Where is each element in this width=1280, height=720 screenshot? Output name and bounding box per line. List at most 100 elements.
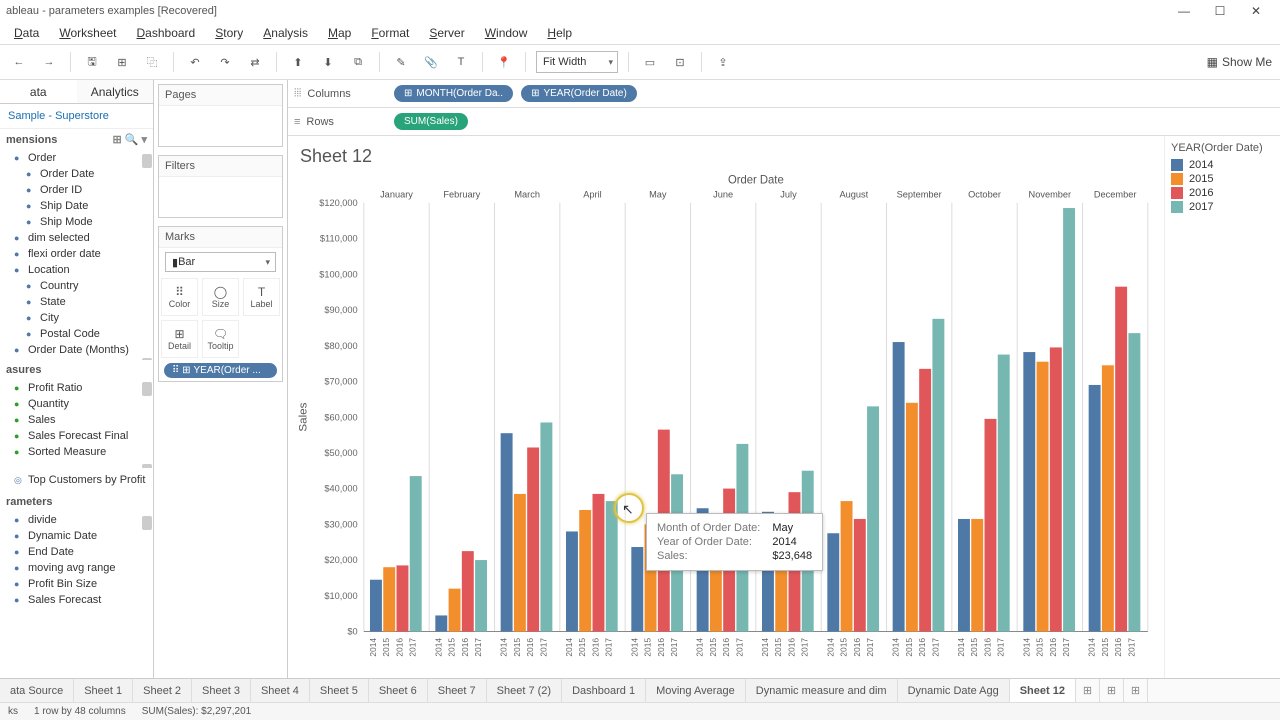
- field-profit-bin-size[interactable]: ●Profit Bin Size: [0, 576, 153, 592]
- close-button[interactable]: ✕: [1238, 4, 1274, 18]
- menu-story[interactable]: Story: [205, 24, 253, 42]
- field-location[interactable]: ●Location: [0, 262, 153, 278]
- fit-selector[interactable]: Fit Width: [536, 51, 618, 73]
- field-sales[interactable]: ●Sales: [0, 412, 153, 428]
- swap-button[interactable]: ⇄: [244, 51, 266, 73]
- field-order-date-months-[interactable]: ●Order Date (Months): [0, 342, 153, 358]
- menu-window[interactable]: Window: [475, 24, 538, 42]
- forward-button[interactable]: →: [38, 51, 60, 73]
- attach-button[interactable]: 📎: [420, 51, 442, 73]
- field-dynamic-date[interactable]: ●Dynamic Date: [0, 528, 153, 544]
- sheet-tab-sheet-6[interactable]: Sheet 6: [369, 679, 428, 702]
- sheet-tab-sheet-2[interactable]: Sheet 2: [133, 679, 192, 702]
- color-legend[interactable]: YEAR(Order Date) 2014201520162017: [1164, 136, 1280, 678]
- sheet-tab-sheet-5[interactable]: Sheet 5: [310, 679, 369, 702]
- sheet-title[interactable]: Sheet 12: [288, 136, 1164, 171]
- field-sales-forecast[interactable]: ●Sales Forecast: [0, 592, 153, 608]
- marks-size[interactable]: ◯Size: [202, 278, 239, 316]
- field-country[interactable]: ●Country: [0, 278, 153, 294]
- analytics-tab[interactable]: Analytics: [77, 80, 154, 103]
- legend-item-2016[interactable]: 2016: [1171, 186, 1274, 200]
- legend-item-2014[interactable]: 2014: [1171, 158, 1274, 172]
- sheet-tab-sheet-7[interactable]: Sheet 7: [428, 679, 487, 702]
- field-end-date[interactable]: ●End Date: [0, 544, 153, 560]
- field-sales-forecast-final[interactable]: ●Sales Forecast Final: [0, 428, 153, 444]
- col-pill-year[interactable]: ⊞ YEAR(Order Date): [521, 85, 637, 102]
- marks-detail[interactable]: ⊞Detail: [161, 320, 198, 358]
- chart[interactable]: Order DateSales$0$10,000$20,000$30,000$4…: [288, 171, 1164, 678]
- field-profit-ratio[interactable]: ●Profit Ratio: [0, 380, 153, 396]
- field-dim-selected[interactable]: ●dim selected: [0, 230, 153, 246]
- label-button[interactable]: T: [450, 51, 472, 73]
- sort-desc-button[interactable]: ⬇: [317, 51, 339, 73]
- menu-analysis[interactable]: Analysis: [253, 24, 318, 42]
- sheet-tab-sheet-3[interactable]: Sheet 3: [192, 679, 251, 702]
- undo-button[interactable]: ↶: [184, 51, 206, 73]
- field-state[interactable]: ●State: [0, 294, 153, 310]
- menu-server[interactable]: Server: [419, 24, 474, 42]
- marks-color[interactable]: ⠿Color: [161, 278, 198, 316]
- group-button[interactable]: ⧉: [347, 51, 369, 73]
- field-order-date[interactable]: ●Order Date: [0, 166, 153, 182]
- new-data-button[interactable]: ⊞: [111, 51, 133, 73]
- sets-item[interactable]: ◎Top Customers by Profit: [0, 468, 153, 492]
- sheet-tab-sheet-1[interactable]: Sheet 1: [74, 679, 133, 702]
- row-pill-sales[interactable]: SUM(Sales): [394, 113, 468, 130]
- marks-pill-year[interactable]: ⠿ ⊞ YEAR(Order ...: [164, 363, 277, 378]
- field-postal-code[interactable]: ●Postal Code: [0, 326, 153, 342]
- menu-map[interactable]: Map: [318, 24, 361, 42]
- menu-data[interactable]: Data: [4, 24, 49, 42]
- sort-asc-button[interactable]: ⬆: [287, 51, 309, 73]
- sheet-tab-dynamic-measure-and-dim[interactable]: Dynamic measure and dim: [746, 679, 898, 702]
- pin-button[interactable]: 📍: [493, 51, 515, 73]
- menu-worksheet[interactable]: Worksheet: [49, 24, 126, 42]
- redo-button[interactable]: ↷: [214, 51, 236, 73]
- show-me-button[interactable]: ▦ Show Me: [1207, 55, 1272, 69]
- menu-format[interactable]: Format: [361, 24, 419, 42]
- field-city[interactable]: ●City: [0, 310, 153, 326]
- legend-item-2017[interactable]: 2017: [1171, 200, 1274, 214]
- new-worksheet-icon[interactable]: ⊞: [1076, 679, 1100, 702]
- mark-type-selector[interactable]: ▮ Bar: [165, 252, 276, 272]
- pages-shelf[interactable]: Pages: [158, 84, 283, 147]
- share-button[interactable]: ⇪: [712, 51, 734, 73]
- col-pill-month[interactable]: ⊞ MONTH(Order Da..: [394, 85, 513, 102]
- save-button[interactable]: 🖫: [81, 51, 103, 73]
- field-order-date-years-[interactable]: ●Order Date (Years): [0, 358, 153, 360]
- sheet-tab-sheet-12[interactable]: Sheet 12: [1010, 679, 1076, 702]
- dashboard-button[interactable]: ⊡: [669, 51, 691, 73]
- back-button[interactable]: ←: [8, 51, 30, 73]
- field-divide[interactable]: ●divide: [0, 512, 153, 528]
- sheet-tab-sheet-4[interactable]: Sheet 4: [251, 679, 310, 702]
- menu-help[interactable]: Help: [537, 24, 582, 42]
- sheet-tab-ata-source[interactable]: ata Source: [0, 679, 74, 702]
- data-tab[interactable]: ata: [0, 80, 77, 103]
- field-order[interactable]: ●Order: [0, 150, 153, 166]
- legend-item-2015[interactable]: 2015: [1171, 172, 1274, 186]
- field-order-id[interactable]: ●Order ID: [0, 182, 153, 198]
- new-story-icon[interactable]: ⊞: [1124, 679, 1148, 702]
- menu-dashboard[interactable]: Dashboard: [127, 24, 206, 42]
- field-ship-mode[interactable]: ●Ship Mode: [0, 214, 153, 230]
- sheet-tab-sheet-7-2-[interactable]: Sheet 7 (2): [487, 679, 562, 702]
- minimize-button[interactable]: —: [1166, 4, 1202, 18]
- field-flexi-order-date[interactable]: ●flexi order date: [0, 246, 153, 262]
- presentation-button[interactable]: ▭: [639, 51, 661, 73]
- marks-tooltip[interactable]: 🗨Tooltip: [202, 320, 239, 358]
- sheet-tab-dynamic-date-agg[interactable]: Dynamic Date Agg: [898, 679, 1010, 702]
- field-sorted-measure[interactable]: ●Sorted Measure: [0, 444, 153, 460]
- new-dashboard-icon[interactable]: ⊞: [1100, 679, 1124, 702]
- field-moving-avg-range[interactable]: ●moving avg range: [0, 560, 153, 576]
- filters-shelf[interactable]: Filters: [158, 155, 283, 218]
- sheet-tab-moving-average[interactable]: Moving Average: [646, 679, 746, 702]
- maximize-button[interactable]: ☐: [1202, 4, 1238, 18]
- field-quantity[interactable]: ●Quantity: [0, 396, 153, 412]
- data-source[interactable]: Sample - Superstore: [0, 104, 153, 129]
- field-ship-date[interactable]: ●Ship Date: [0, 198, 153, 214]
- rows-shelf[interactable]: ≡Rows SUM(Sales): [288, 108, 1280, 136]
- columns-shelf[interactable]: ⦙⦙⦙Columns ⊞ MONTH(Order Da.. ⊞ YEAR(Ord…: [288, 80, 1280, 108]
- highlight-button[interactable]: ✎: [390, 51, 412, 73]
- marks-label[interactable]: TLabel: [243, 278, 280, 316]
- new-sheet-button[interactable]: ⿻: [141, 51, 163, 73]
- sheet-tab-dashboard-1[interactable]: Dashboard 1: [562, 679, 646, 702]
